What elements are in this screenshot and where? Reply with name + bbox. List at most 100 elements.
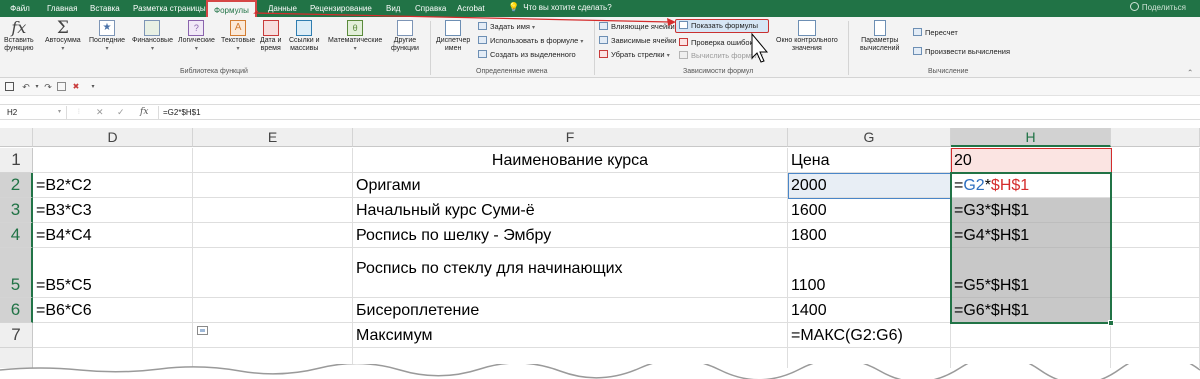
cell-i5[interactable] [1111, 248, 1200, 298]
cell-g8[interactable] [788, 348, 951, 368]
name-box-dropdown-icon[interactable]: ▾ [58, 106, 61, 119]
cell-g5[interactable]: 1100 [788, 248, 951, 298]
cell-h2[interactable]: = G2 * $H$1 [951, 173, 1111, 198]
tab-help[interactable]: Справка [415, 0, 446, 17]
select-all-corner[interactable] [0, 128, 33, 147]
cell-e2[interactable] [193, 173, 353, 198]
column-header-g[interactable]: G [788, 128, 951, 147]
cell-f3[interactable]: Начальный курс Суми-ё [353, 198, 788, 223]
create-from-selection-button[interactable]: Создать из выделенного [478, 49, 576, 60]
cell-i4[interactable] [1111, 223, 1200, 248]
cell-i1[interactable] [1111, 148, 1200, 173]
enter-icon[interactable]: ✓ [117, 106, 125, 119]
cell-h8[interactable] [951, 348, 1111, 368]
tab-formulas[interactable]: Формулы [206, 0, 257, 18]
financial-functions-button[interactable]: Финансовые ▾ [132, 20, 173, 53]
insert-function-fx-icon[interactable]: fx [140, 106, 148, 119]
cell-i2[interactable] [1111, 173, 1200, 198]
cell-h5[interactable]: =G5*$H$1 [951, 248, 1111, 298]
tab-page-layout[interactable]: Разметка страницы [133, 0, 206, 17]
column-header-f[interactable]: F [353, 128, 788, 147]
cell-d3[interactable]: =B3*C3 [33, 198, 193, 223]
cell-d8[interactable] [33, 348, 193, 368]
cell-i3[interactable] [1111, 198, 1200, 223]
calculation-options-button[interactable]: Параметры вычислений [860, 20, 899, 53]
name-manager-button[interactable]: Диспетчер имен [436, 20, 470, 53]
save-icon[interactable] [5, 82, 14, 91]
undo-dropdown-icon[interactable]: ▾ [32, 82, 42, 92]
cell-i8[interactable] [1111, 348, 1200, 368]
tab-insert[interactable]: Вставка [90, 0, 120, 17]
column-header-h[interactable]: H [951, 128, 1111, 147]
row-header-7[interactable]: 7 [0, 323, 33, 348]
form-icon[interactable] [57, 82, 66, 91]
datetime-functions-button[interactable]: Дата и время [260, 20, 281, 53]
row-header-2[interactable]: 2 [0, 173, 33, 198]
cell-d5[interactable]: =B5*C5 [33, 248, 193, 298]
watch-window-button[interactable]: Окно контрольного значения [776, 20, 838, 53]
logical-functions-button[interactable]: ? Логические ▾ [178, 20, 215, 53]
collapse-ribbon-button[interactable]: ⌃ [1187, 67, 1193, 78]
cell-h3[interactable]: =G3*$H$1 [951, 198, 1111, 223]
cell-f5[interactable]: Роспись по стеклу для начинающих [353, 248, 788, 298]
fill-handle[interactable] [1108, 320, 1114, 326]
trace-precedents-button[interactable]: Влияющие ячейки [599, 21, 675, 32]
cell-e8[interactable] [193, 348, 353, 368]
lookup-functions-button[interactable]: Ссылки и массивы [289, 20, 320, 53]
cell-d2[interactable]: =B2*C2 [33, 173, 193, 198]
cell-d1[interactable] [33, 148, 193, 173]
error-checking-button[interactable]: Проверка ошибок ▾ [679, 37, 758, 48]
remove-arrows-button[interactable]: Убрать стрелки ▾ [599, 49, 670, 60]
cell-i7[interactable] [1111, 323, 1200, 348]
cell-g2[interactable]: 2000 [788, 173, 951, 198]
define-name-button[interactable]: Задать имя ▾ [478, 21, 535, 32]
formula-input[interactable]: =G2*$H$1 [158, 106, 1188, 119]
cell-i6[interactable] [1111, 298, 1200, 323]
math-functions-button[interactable]: θ Математические ▾ [328, 20, 382, 53]
cell-g4[interactable]: 1800 [788, 223, 951, 248]
cell-e6[interactable] [193, 298, 353, 323]
cell-g1[interactable]: Цена [788, 148, 951, 173]
cell-g3[interactable]: 1600 [788, 198, 951, 223]
share-button[interactable]: Поделиться [1129, 2, 1186, 12]
row-header-8[interactable] [0, 348, 33, 368]
clear-filter-icon[interactable]: ✖ [71, 82, 81, 92]
show-formulas-button[interactable]: Показать формулы [675, 19, 769, 33]
row-header-1[interactable]: 1 [0, 148, 33, 173]
trace-dependents-button[interactable]: Зависимые ячейки [599, 35, 676, 46]
cell-h4[interactable]: =G4*$H$1 [951, 223, 1111, 248]
cell-h7[interactable] [951, 323, 1111, 348]
cell-f1[interactable]: Наименование курса [353, 148, 788, 173]
column-header-e[interactable]: E [193, 128, 353, 147]
row-header-6[interactable]: 6 [0, 298, 33, 323]
cell-e3[interactable] [193, 198, 353, 223]
cell-g6[interactable]: 1400 [788, 298, 951, 323]
column-header-i[interactable] [1111, 128, 1200, 147]
paste-options-icon[interactable] [197, 326, 208, 335]
use-in-formula-button[interactable]: Использовать в формуле ▾ [478, 35, 583, 46]
tell-me-search[interactable]: 💡 Что вы хотите сделать? [508, 2, 612, 13]
tab-review[interactable]: Рецензирование [310, 0, 372, 17]
cell-g7[interactable]: =МАКС(G2:G6) [788, 323, 951, 348]
cell-f2[interactable]: Оригами [353, 173, 788, 198]
cell-e5[interactable] [193, 248, 353, 298]
cell-h6[interactable]: =G6*$H$1 [951, 298, 1111, 323]
customize-qat-icon[interactable]: ▾ [88, 82, 98, 92]
cell-f6[interactable]: Бисероплетение [353, 298, 788, 323]
cancel-icon[interactable]: ✕ [96, 106, 104, 119]
autosum-button[interactable]: Σ Автосумма ▾ [45, 20, 81, 53]
undo-icon[interactable]: ↶ [21, 82, 31, 92]
cell-f4[interactable]: Роспись по шелку - Эмбру [353, 223, 788, 248]
cell-f8[interactable] [353, 348, 788, 368]
column-header-d[interactable]: D [33, 128, 193, 147]
more-functions-button[interactable]: Другие функции [391, 20, 419, 53]
tab-view[interactable]: Вид [386, 0, 400, 17]
tab-data[interactable]: Данные [268, 0, 297, 17]
cell-f7[interactable]: Максимум [353, 323, 788, 348]
recent-functions-button[interactable]: ★ Последние ▾ [89, 20, 125, 53]
cell-e7[interactable] [193, 323, 353, 348]
cell-d6[interactable]: =B6*C6 [33, 298, 193, 323]
tab-acrobat[interactable]: Acrobat [457, 0, 485, 17]
calculate-sheet-button[interactable]: Произвести вычисления [913, 46, 1010, 57]
evaluate-formula-button[interactable]: Вычислить формулу [679, 50, 763, 61]
